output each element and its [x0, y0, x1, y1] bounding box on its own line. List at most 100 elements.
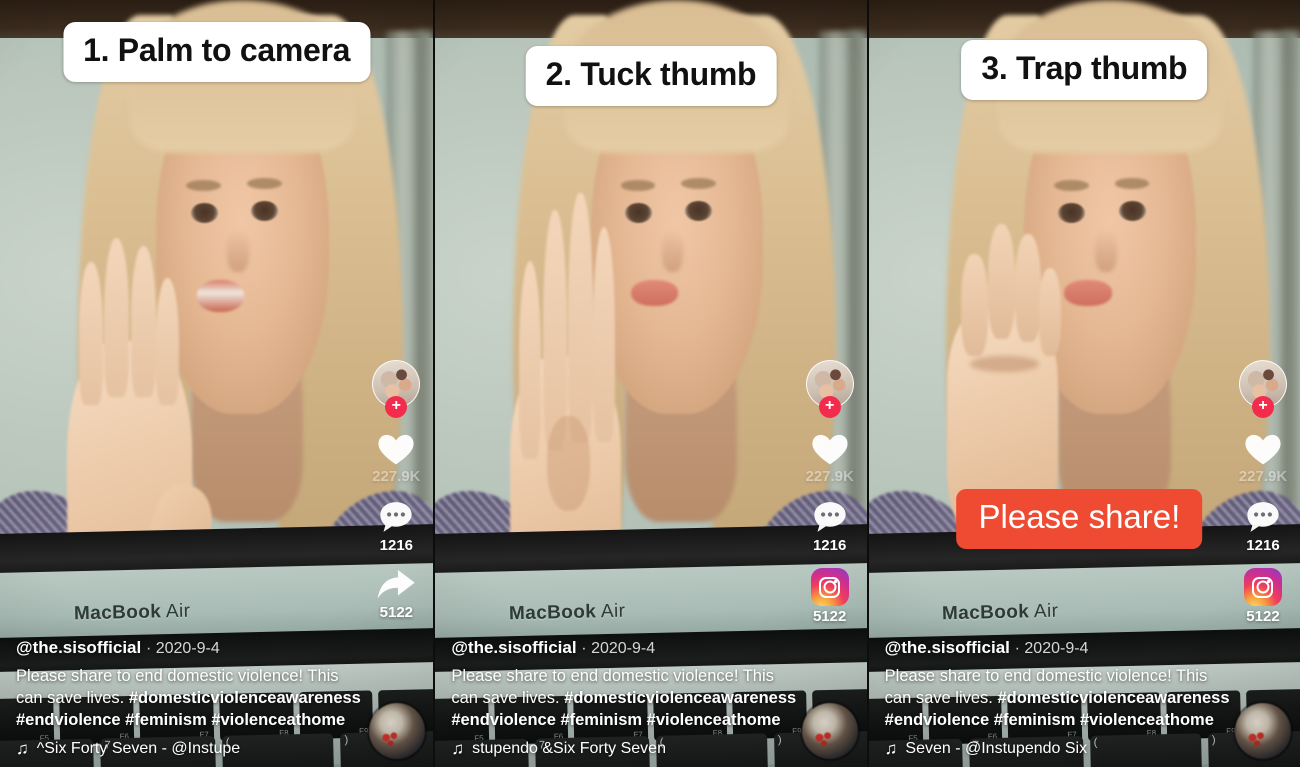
caption-text: Please share to end domestic violence! T…	[451, 666, 796, 732]
brand-bold: MacBook	[73, 601, 162, 625]
palm-crease	[969, 355, 1039, 373]
music-note-icon: ♫	[884, 739, 898, 758]
music-title[interactable]: stupendo &Six Forty Seven	[472, 740, 666, 758]
video-panel-1[interactable]: MacBook Air F5 F6 F7 F8 F9 F10 6 7 ( ) 1…	[0, 0, 434, 767]
eye-right	[685, 200, 713, 221]
nose	[661, 230, 684, 273]
finger-pinky	[155, 277, 180, 406]
music-ticker[interactable]: ♫ Seven - @Instupendo Six	[885, 739, 1230, 759]
video-panel-3[interactable]: MacBook Air F5 F6 F7 F8 F9 F10 6 7 ( ) 3…	[866, 0, 1300, 767]
comment-button[interactable]: 1216	[377, 499, 415, 554]
instagram-icon[interactable]	[1243, 568, 1282, 606]
brand-light: Air	[160, 601, 191, 623]
instagram-share-button[interactable]: 5122	[1243, 568, 1282, 625]
share-count: 5122	[1246, 608, 1280, 625]
username-row[interactable]: @the.sisofficial · 2020-9-4	[885, 638, 1230, 658]
caption-line-1: Please share to end domestic violence! T…	[16, 667, 339, 686]
share-button[interactable]: 5122	[375, 568, 417, 621]
caption-line-1: Please share to end domestic violence! T…	[451, 667, 774, 686]
brand-light: Air	[1028, 601, 1059, 623]
like-count: 227.9K	[1238, 468, 1288, 485]
album-art-disc	[802, 703, 859, 760]
plus-icon[interactable]: +	[385, 396, 408, 418]
finger-pinky	[592, 227, 616, 442]
comment-bubble-icon[interactable]	[811, 499, 849, 535]
eyebrow-right	[1114, 177, 1149, 189]
heart-icon[interactable]	[1243, 430, 1283, 466]
like-button[interactable]: 227.9K	[372, 430, 421, 485]
three-panel-video-sequence: MacBook Air F5 F6 F7 F8 F9 F10 6 7 ( ) 1…	[0, 0, 1300, 767]
eyebrow-left	[1054, 180, 1089, 191]
post-date: · 2020-9-4	[1014, 640, 1089, 658]
action-rail-1[interactable]: + 227.9K 1216 5122	[365, 360, 427, 635]
music-note-icon: ♫	[16, 739, 29, 758]
brand-light: Air	[595, 601, 626, 623]
hashtag-group[interactable]: #endviolence #feminism #violenceathome	[16, 711, 345, 729]
music-title[interactable]: ^Six Forty Seven - @Instupe	[37, 740, 240, 758]
video-panel-2[interactable]: MacBook Air F5 F6 F7 F8 F9 F10 6 7 ( ) 2…	[433, 0, 867, 767]
plus-icon[interactable]: +	[818, 396, 841, 418]
hashtag-group[interactable]: #endviolence #feminism #violenceathome	[451, 711, 780, 729]
instagram-icon[interactable]	[810, 568, 849, 606]
avatar-with-follow[interactable]: +	[1238, 360, 1287, 418]
comment-bubble-icon[interactable]	[377, 499, 415, 535]
hashtag-primary[interactable]: #domesticviolenceawareness	[564, 689, 796, 707]
nose	[227, 230, 250, 273]
caption-block-3: @the.sisofficial · 2020-9-4 Please share…	[885, 638, 1230, 759]
eyebrow-right	[246, 177, 282, 189]
username[interactable]: @the.sisofficial	[16, 638, 141, 657]
avatar-with-follow[interactable]: +	[805, 360, 854, 418]
post-date: · 2020-9-4	[581, 640, 656, 658]
knuckle-index	[961, 254, 988, 356]
knuckle-ring	[1015, 234, 1042, 343]
music-ticker[interactable]: ♫ ^Six Forty Seven - @Instupe	[16, 739, 363, 759]
caption-line-2: can save lives.	[16, 689, 129, 708]
macbook-air-label: MacBook Air	[73, 601, 190, 626]
music-note-icon: ♫	[451, 739, 465, 758]
nose	[1095, 230, 1117, 273]
brand-bold: MacBook	[941, 601, 1030, 625]
comment-button[interactable]: 1216	[1244, 499, 1282, 554]
eyebrow-right	[681, 177, 716, 189]
knuckle-middle	[987, 223, 1016, 339]
like-button[interactable]: 227.9K	[805, 430, 854, 485]
avatar-with-follow[interactable]: +	[372, 360, 421, 418]
music-title[interactable]: Seven - @Instupendo Six	[905, 740, 1087, 758]
comment-count: 1216	[379, 537, 414, 554]
eye-right	[251, 200, 279, 221]
action-rail-3[interactable]: + 227.9K 1216 5122	[1232, 360, 1294, 639]
step-label-1: 1. Palm to camera	[63, 22, 371, 82]
username-row[interactable]: @the.sisofficial · 2020-9-4	[451, 638, 796, 658]
caption-block-2: @the.sisofficial · 2020-9-4 Please share…	[451, 638, 796, 759]
caption-line-1: Please share to end domestic violence! T…	[884, 667, 1208, 686]
username-row[interactable]: @the.sisofficial · 2020-9-4	[16, 638, 363, 658]
comment-button[interactable]: 1216	[811, 499, 849, 554]
hashtag-primary[interactable]: #domesticviolenceawareness	[129, 689, 361, 707]
like-count: 227.9K	[805, 468, 854, 485]
album-art-disc	[368, 703, 425, 760]
finger-middle	[104, 237, 130, 398]
instagram-share-button[interactable]: 5122	[810, 568, 849, 625]
heart-icon[interactable]	[810, 430, 850, 466]
share-arrow-icon[interactable]	[375, 568, 417, 602]
caption-line-2: can save lives.	[884, 689, 998, 708]
share-count: 5122	[812, 608, 847, 625]
eye-left	[190, 203, 218, 224]
knuckle-pinky	[1038, 267, 1061, 356]
comment-bubble-icon[interactable]	[1244, 499, 1282, 535]
music-ticker[interactable]: ♫ stupendo &Six Forty Seven	[451, 739, 796, 759]
heart-icon[interactable]	[376, 430, 416, 466]
action-rail-2[interactable]: + 227.9K 1216 5122	[799, 360, 861, 639]
username[interactable]: @the.sisofficial	[885, 638, 1010, 657]
finger-ring	[568, 192, 593, 442]
caption-line-2: can save lives.	[451, 689, 565, 708]
hashtag-group[interactable]: #endviolence #feminism #violenceathome	[885, 711, 1214, 729]
plus-icon[interactable]: +	[1251, 396, 1274, 418]
username[interactable]: @the.sisofficial	[451, 638, 576, 657]
like-count: 227.9K	[372, 468, 421, 485]
eye-right	[1118, 200, 1146, 221]
comment-count: 1216	[812, 537, 847, 554]
tucked-thumb	[547, 416, 590, 511]
hashtag-primary[interactable]: #domesticviolenceawareness	[997, 689, 1229, 707]
like-button[interactable]: 227.9K	[1239, 430, 1287, 485]
